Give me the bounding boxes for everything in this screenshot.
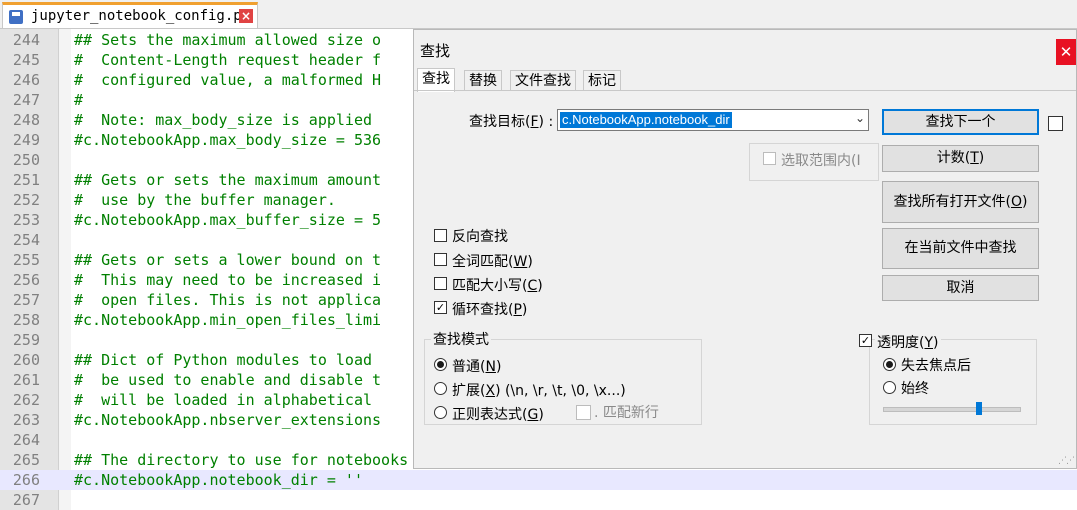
code-text: ## Gets or sets the maximum amount: [74, 171, 382, 189]
file-tab[interactable]: jupyter_notebook_config.py ×: [2, 2, 258, 28]
transparency-slider-thumb[interactable]: [976, 402, 982, 415]
line-number: 259: [12, 331, 40, 349]
file-tab-label: jupyter_notebook_config.py: [31, 8, 251, 24]
code-text: #c.NotebookApp.nbserver_extensions: [74, 411, 382, 429]
line-number: 266: [12, 471, 40, 489]
code-text: #c.NotebookApp.min_open_files_limi: [74, 311, 382, 329]
close-icon[interactable]: ✕: [1056, 39, 1076, 65]
extra-checkbox[interactable]: [1048, 116, 1063, 131]
dot-newline-label: . 匹配新行: [594, 405, 659, 421]
tab-divider: [414, 90, 1076, 91]
line-number: 252: [12, 191, 40, 209]
whole-word-checkbox[interactable]: [434, 253, 447, 266]
mode-regex-label: 正则表达式(G): [452, 407, 544, 423]
code-text: ## Gets or sets a lower bound on t: [74, 251, 382, 269]
code-text: #c.NotebookApp.max_buffer_size = 5: [74, 211, 382, 229]
code-line[interactable]: 267: [0, 490, 1077, 510]
line-number: 262: [12, 391, 40, 409]
transparency-slider-track[interactable]: [883, 407, 1021, 412]
always-radio[interactable]: [883, 381, 896, 394]
line-number: 253: [12, 211, 40, 229]
code-text: # Content-Length request header f: [74, 51, 382, 69]
code-text: # be used to enable and disable t: [74, 371, 382, 389]
find-dialog: 查找 ✕ 查找 替换 文件查找 标记 查找目标(F) : c.NotebookA…: [413, 29, 1077, 469]
code-text: ## Sets the maximum allowed size o: [74, 31, 382, 49]
code-text: # use by the buffer manager.: [74, 191, 336, 209]
tab-find[interactable]: 查找: [417, 68, 455, 92]
line-number: 258: [12, 311, 40, 329]
transparency-label: 透明度(Y): [875, 332, 941, 352]
search-mode-title: 查找模式: [431, 329, 491, 349]
line-number: 264: [12, 431, 40, 449]
line-number: 257: [12, 291, 40, 309]
backward-checkbox[interactable]: [434, 229, 447, 242]
on-lose-focus-label: 失去焦点后: [901, 358, 971, 374]
line-number: 244: [12, 31, 40, 49]
line-number: 245: [12, 51, 40, 69]
find-next-button[interactable]: 查找下一个: [882, 109, 1039, 135]
mode-normal-radio[interactable]: [434, 358, 447, 371]
count-button[interactable]: 计数(T): [882, 145, 1039, 172]
save-icon: [9, 10, 23, 24]
line-number: 265: [12, 451, 40, 469]
whole-word-label: 全词匹配(W): [452, 254, 533, 270]
line-number: 249: [12, 131, 40, 149]
code-line[interactable]: 266 #c.NotebookApp.notebook_dir = '': [0, 470, 1077, 490]
find-in-current-file-button[interactable]: 在当前文件中查找: [882, 228, 1039, 269]
code-text: #c.NotebookApp.notebook_dir = '': [74, 471, 363, 489]
line-number: 248: [12, 111, 40, 129]
line-number: 250: [12, 151, 40, 169]
backward-label: 反向查找: [452, 229, 508, 245]
close-tab-icon[interactable]: ×: [239, 9, 253, 23]
transparency-checkbox[interactable]: ✓: [859, 334, 872, 347]
mode-extended-label: 扩展(X) (\n, \r, \t, \0, \x...): [452, 383, 626, 399]
find-all-open-files-button[interactable]: 查找所有打开文件(O): [882, 181, 1039, 223]
line-number: 267: [12, 491, 40, 509]
line-number: 251: [12, 171, 40, 189]
dot-newline-checkbox[interactable]: [576, 405, 591, 420]
find-what-combobox[interactable]: c.NotebookApp.notebook_dir ⌄: [557, 109, 869, 131]
match-case-checkbox[interactable]: [434, 277, 447, 290]
line-number: 256: [12, 271, 40, 289]
line-number: 261: [12, 371, 40, 389]
mode-normal-label: 普通(N): [452, 359, 502, 375]
wrap-around-checkbox[interactable]: ✓: [434, 301, 447, 314]
match-case-label: 匹配大小写(C): [452, 278, 543, 294]
code-text: # configured value, a malformed H: [74, 71, 382, 89]
code-text: # open files. This is not applica: [74, 291, 382, 309]
line-number: 260: [12, 351, 40, 369]
in-selection-checkbox[interactable]: [763, 152, 776, 165]
code-text: # This may need to be increased i: [74, 271, 382, 289]
code-text: #c.NotebookApp.max_body_size = 536: [74, 131, 382, 149]
dialog-title: 查找: [420, 42, 451, 60]
tab-find-in-files[interactable]: 文件查找: [510, 70, 576, 91]
code-text: ## Dict of Python modules to load: [74, 351, 382, 369]
always-label: 始终: [901, 381, 929, 397]
code-text: #: [74, 91, 84, 109]
tab-bar: jupyter_notebook_config.py ×: [0, 0, 1077, 29]
code-text: # will be loaded in alphabetical: [74, 391, 382, 409]
line-number: 255: [12, 251, 40, 269]
resize-grip-icon[interactable]: ⋰⋰: [1058, 456, 1075, 466]
on-lose-focus-radio[interactable]: [883, 358, 896, 371]
find-what-label: 查找目标(F) :: [469, 114, 554, 130]
line-number: 246: [12, 71, 40, 89]
find-what-value: c.NotebookApp.notebook_dir: [560, 112, 732, 128]
mode-regex-radio[interactable]: [434, 406, 447, 419]
in-selection-label: 选取范围内(I: [781, 153, 861, 169]
mode-extended-radio[interactable]: [434, 382, 447, 395]
tab-replace[interactable]: 替换: [464, 70, 502, 91]
line-number: 263: [12, 411, 40, 429]
line-number: 247: [12, 91, 40, 109]
wrap-around-label: 循环查找(P): [452, 302, 528, 318]
chevron-down-icon[interactable]: ⌄: [855, 111, 865, 125]
code-text: # Note: max_body_size is applied: [74, 111, 382, 129]
cancel-button[interactable]: 取消: [882, 275, 1039, 301]
tab-mark[interactable]: 标记: [583, 70, 621, 91]
line-number: 254: [12, 231, 40, 249]
